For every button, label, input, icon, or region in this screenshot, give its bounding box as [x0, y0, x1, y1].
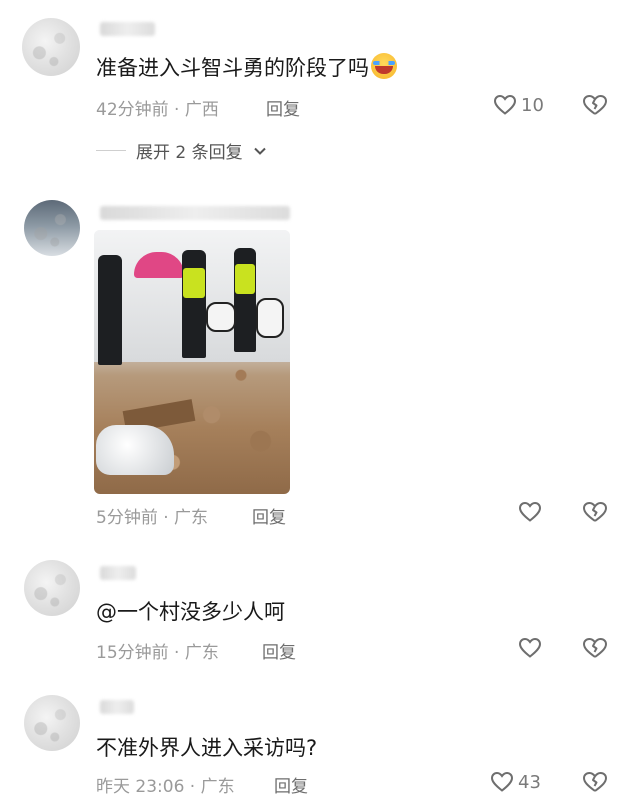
avatar[interactable]: [24, 695, 80, 751]
dislike-button[interactable]: [582, 770, 608, 794]
broken-heart-icon: [582, 636, 608, 660]
heart-outline-icon: [518, 500, 542, 524]
like-button[interactable]: 43: [490, 770, 541, 794]
photo-bag: [96, 425, 174, 475]
divider: [96, 150, 126, 151]
comment-meta: 42分钟前 · 广西: [96, 100, 219, 120]
broken-heart-icon: [582, 770, 608, 794]
dislike-button[interactable]: [582, 636, 608, 660]
comment-text: @一个村没多少人呵: [96, 600, 285, 624]
comment-meta: 15分钟前 · 广东: [96, 643, 219, 663]
reply-button[interactable]: 回复: [274, 772, 308, 797]
rolling-laughing-emoji: [371, 53, 397, 79]
like-count: 10: [521, 94, 544, 116]
like-button[interactable]: [518, 500, 542, 524]
heart-outline-icon: [493, 93, 517, 117]
dislike-button[interactable]: [582, 500, 608, 524]
username[interactable]: [100, 566, 136, 580]
expand-replies-button[interactable]: 展开 2 条回复: [96, 138, 267, 163]
reply-button[interactable]: 回复: [262, 638, 296, 663]
expand-replies-label: 展开 2 条回复: [136, 143, 243, 163]
like-count: 43: [518, 771, 541, 793]
username[interactable]: [100, 22, 155, 36]
heart-outline-icon: [518, 636, 542, 660]
username[interactable]: [100, 206, 290, 220]
broken-heart-icon: [582, 93, 608, 117]
reply-button[interactable]: 回复: [252, 503, 286, 528]
dislike-button[interactable]: [582, 93, 608, 117]
broken-heart-icon: [582, 500, 608, 524]
comment-text-content: 准备进入斗智斗勇的阶段了吗: [96, 56, 369, 80]
avatar[interactable]: [22, 18, 80, 76]
avatar[interactable]: [24, 560, 80, 616]
chevron-down-icon: [253, 144, 267, 158]
comment-meta: 昨天 23:06 · 广东: [96, 777, 235, 797]
comment-image[interactable]: [94, 230, 290, 494]
comment-text: 不准外界人进入采访吗?: [96, 736, 318, 760]
avatar[interactable]: [24, 200, 80, 256]
comment-meta: 5分钟前 · 广东: [96, 508, 209, 528]
reply-button[interactable]: 回复: [266, 95, 300, 120]
heart-outline-icon: [490, 770, 514, 794]
comment-text: 准备进入斗智斗勇的阶段了吗: [96, 52, 397, 82]
username[interactable]: [100, 700, 134, 714]
like-button[interactable]: [518, 636, 542, 660]
like-button[interactable]: 10: [493, 93, 544, 117]
